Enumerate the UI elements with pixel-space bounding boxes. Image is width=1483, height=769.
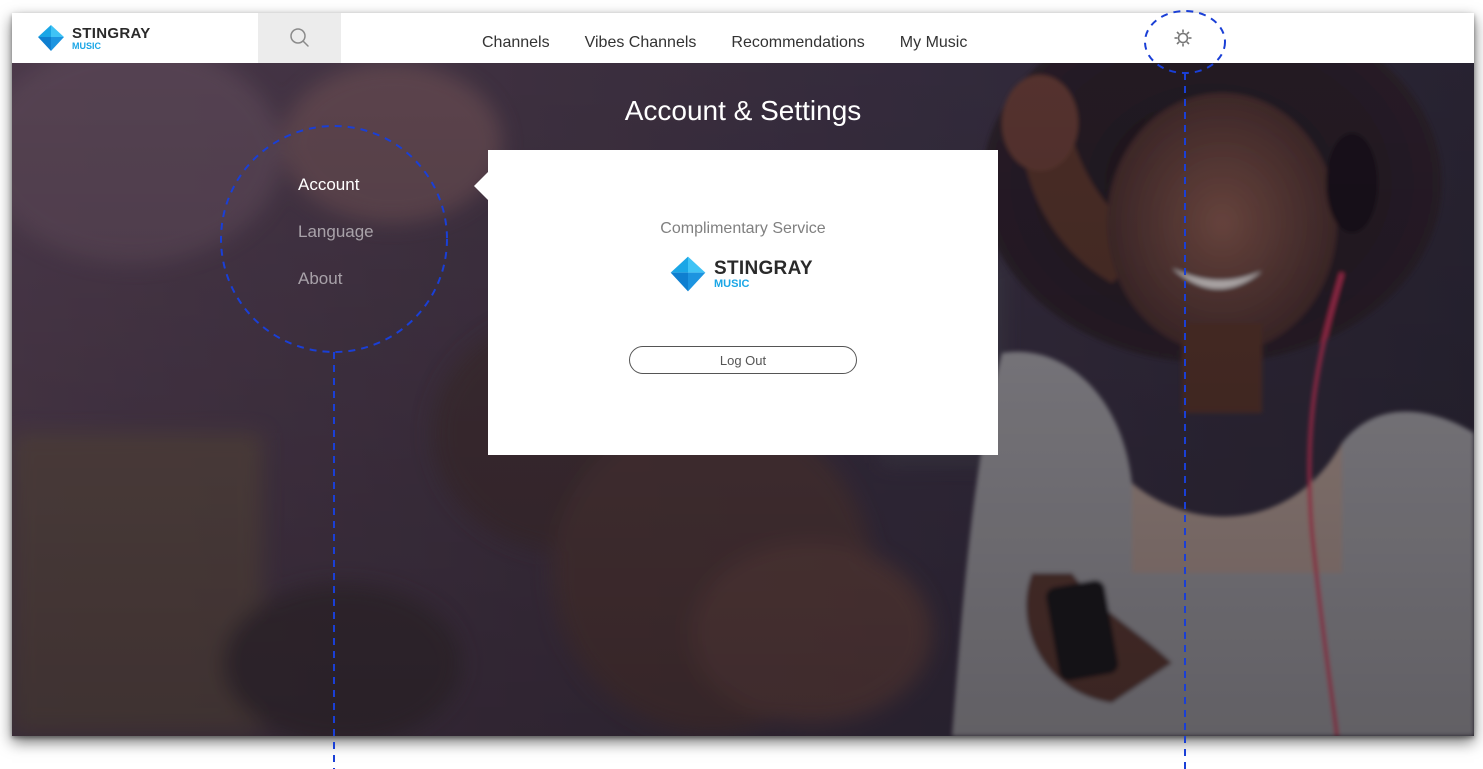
search-icon bbox=[289, 28, 309, 47]
settings-menu-item-language[interactable]: Language bbox=[298, 222, 374, 269]
stingray-logo[interactable]: STINGRAY MUSIC bbox=[36, 23, 151, 53]
panel-pointer bbox=[474, 172, 488, 200]
main-nav: Channels Vibes Channels Recommendations … bbox=[482, 13, 1002, 63]
panel-brand-name: STINGRAY bbox=[714, 257, 813, 279]
brand-name: STINGRAY bbox=[72, 24, 151, 42]
stingray-logo-icon bbox=[38, 25, 64, 51]
settings-menu-item-account[interactable]: Account bbox=[298, 175, 374, 222]
nav-item-vibes-channels[interactable]: Vibes Channels bbox=[585, 24, 697, 52]
nav-item-recommendations[interactable]: Recommendations bbox=[731, 24, 864, 52]
app-window: STINGRAY MUSIC Channels Vibes Channels R… bbox=[12, 13, 1474, 736]
account-panel: Complimentary Service STINGRAY MUSIC Log… bbox=[474, 150, 998, 455]
brand-sub: MUSIC bbox=[72, 40, 101, 51]
stingray-logo-icon bbox=[670, 256, 706, 292]
search-button[interactable] bbox=[258, 13, 341, 63]
top-navigation-bar: STINGRAY MUSIC Channels Vibes Channels R… bbox=[12, 13, 1474, 63]
settings-menu: Account Language About bbox=[298, 175, 374, 316]
nav-item-my-music[interactable]: My Music bbox=[900, 24, 968, 52]
page-title: Account & Settings bbox=[624, 95, 862, 126]
panel-stingray-logo: STINGRAY MUSIC bbox=[668, 254, 813, 294]
nav-item-channels[interactable]: Channels bbox=[482, 24, 550, 52]
panel-brand-sub: MUSIC bbox=[714, 277, 750, 290]
settings-menu-item-about[interactable]: About bbox=[298, 269, 374, 316]
gear-icon[interactable] bbox=[1172, 27, 1194, 49]
service-label: Complimentary Service bbox=[660, 220, 826, 237]
log-out-button[interactable]: Log Out bbox=[629, 346, 857, 374]
